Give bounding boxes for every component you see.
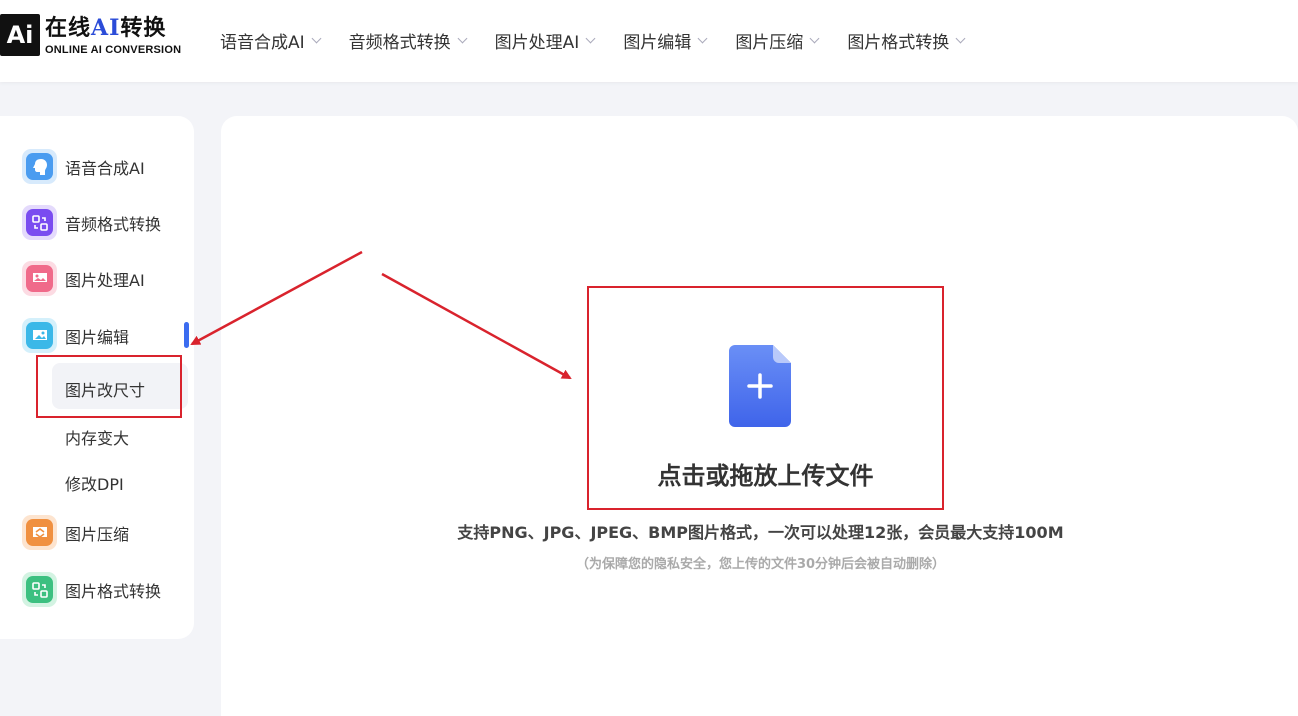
sidebar-item-image-convert[interactable]: 图片格式转换 xyxy=(22,572,161,607)
voice-icon xyxy=(22,149,57,184)
nav-item-image-edit[interactable]: 图片编辑 xyxy=(623,28,708,53)
logo-badge: Ai xyxy=(0,14,40,56)
sidebar-item-label: 语音合成AI xyxy=(65,158,145,178)
sidebar-item-label: 图片编辑 xyxy=(65,327,130,347)
logo-title-ai: AI xyxy=(91,15,121,41)
chevron-down-icon xyxy=(311,33,322,44)
chevron-down-icon xyxy=(955,33,966,44)
nav-item-image-ai[interactable]: 图片处理AI xyxy=(494,28,596,53)
nav-item-audio-convert[interactable]: 音频格式转换 xyxy=(348,28,468,53)
chevron-down-icon xyxy=(697,33,708,44)
chevron-down-icon xyxy=(457,33,468,44)
top-header: Ai 在线AI转换 ONLINE AI CONVERSION 语音合成AI 音频… xyxy=(0,0,1298,82)
image-edit-icon xyxy=(22,318,57,353)
nav-label: 图片处理AI xyxy=(494,33,580,53)
nav-label: 音频格式转换 xyxy=(348,33,451,53)
logo-title: 在线AI转换 xyxy=(45,14,181,43)
sidebar-item-voice-ai[interactable]: 语音合成AI xyxy=(22,149,145,184)
nav-label: 语音合成AI xyxy=(220,33,305,53)
supported-formats-text: 支持PNG、JPG、JPEG、BMP图片格式，一次可以处理12张，会员最大支持1… xyxy=(457,523,1064,542)
nav-label: 图片压缩 xyxy=(735,33,804,53)
image-convert-icon xyxy=(22,572,57,607)
sidebar-item-label: 图片格式转换 xyxy=(65,581,162,601)
logo-title-suffix: 转换 xyxy=(120,16,167,41)
top-nav: 语音合成AI 音频格式转换 图片处理AI 图片编辑 图片压缩 图片格式转换 xyxy=(220,28,993,53)
sidebar-item-label: 图片处理AI xyxy=(65,270,145,290)
upload-dropzone[interactable]: 点击或拖放上传文件 xyxy=(587,286,944,510)
image-compress-icon xyxy=(22,515,57,550)
sidebar-item-image-compress[interactable]: 图片压缩 xyxy=(22,515,129,550)
sidebar-item-label: 图片压缩 xyxy=(65,524,130,544)
nav-item-image-compress[interactable]: 图片压缩 xyxy=(735,28,820,53)
highlight-box-resize xyxy=(36,355,182,418)
logo-subtitle: ONLINE AI CONVERSION xyxy=(45,44,182,56)
image-ai-icon xyxy=(22,261,57,296)
sidebar-subitem-dpi[interactable]: 修改DPI xyxy=(65,471,124,495)
upload-title: 点击或拖放上传文件 xyxy=(657,462,874,490)
chevron-down-icon xyxy=(809,33,820,44)
sidebar-item-image-ai[interactable]: 图片处理AI xyxy=(22,261,145,296)
logo-text: 在线AI转换 ONLINE AI CONVERSION xyxy=(45,14,181,57)
sidebar-item-image-edit[interactable]: 图片编辑 xyxy=(22,318,129,353)
site-logo[interactable]: Ai 在线AI转换 ONLINE AI CONVERSION xyxy=(0,14,181,57)
nav-item-image-convert[interactable]: 图片格式转换 xyxy=(847,28,966,53)
chevron-down-icon xyxy=(585,33,596,44)
sidebar-item-label: 音频格式转换 xyxy=(65,214,162,234)
sidebar-subitem-enlarge[interactable]: 内存变大 xyxy=(65,425,129,449)
audio-convert-icon xyxy=(22,205,57,240)
add-file-icon xyxy=(729,345,791,427)
privacy-notice: （为保障您的隐私安全，您上传的文件30分钟后会被自动删除） xyxy=(575,557,946,572)
active-indicator xyxy=(184,322,189,348)
nav-label: 图片编辑 xyxy=(623,33,692,53)
logo-title-prefix: 在线 xyxy=(45,16,92,41)
sidebar-item-audio-convert[interactable]: 音频格式转换 xyxy=(22,205,161,240)
nav-item-voice-ai[interactable]: 语音合成AI xyxy=(220,28,322,53)
nav-label: 图片格式转换 xyxy=(847,33,950,53)
